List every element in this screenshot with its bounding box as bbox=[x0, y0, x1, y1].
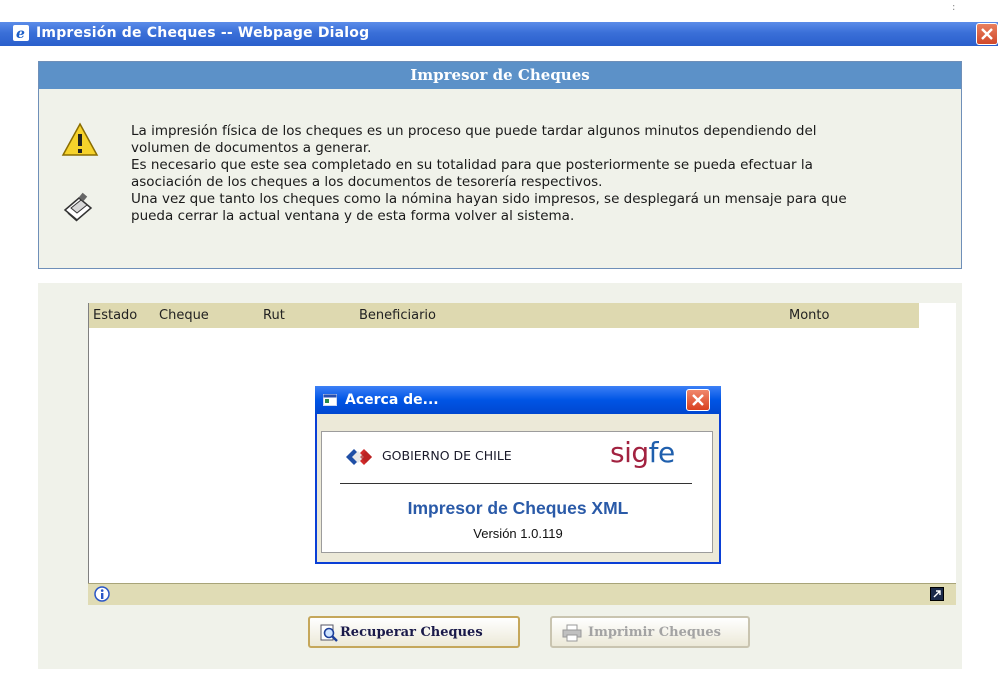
grid-status-bar bbox=[88, 583, 956, 605]
gobierno-text: GOBIERNO DE CHILE bbox=[382, 448, 512, 463]
magnifier-icon bbox=[320, 624, 338, 642]
ie-icon: e bbox=[13, 25, 29, 41]
sigfe-logo-part1: sig bbox=[610, 436, 649, 469]
info-panel-title: Impresor de Cheques bbox=[39, 62, 961, 89]
window-icon bbox=[323, 394, 337, 406]
column-header-monto[interactable]: Monto bbox=[789, 308, 829, 323]
grid-header: Estado Cheque Rut Beneficiario Monto bbox=[89, 303, 919, 328]
close-icon bbox=[981, 28, 993, 40]
paragraph-line: Es necesario que este sea completado en … bbox=[131, 157, 813, 173]
paragraph-line: pueda cerrar la actual ventana y de esta… bbox=[131, 208, 575, 224]
cheque-printer-icon bbox=[63, 192, 93, 222]
expand-icon[interactable] bbox=[930, 587, 944, 601]
svg-text:e: e bbox=[16, 26, 25, 41]
about-dialog: Acerca de... GOBIERNO DE CHILE sigfe Imp… bbox=[315, 386, 721, 564]
sigfe-logo: sigfe bbox=[610, 436, 675, 469]
about-title: Acerca de... bbox=[345, 392, 439, 408]
gobierno-logo bbox=[346, 449, 372, 465]
column-header-beneficiario[interactable]: Beneficiario bbox=[359, 308, 436, 323]
window-title: Impresión de Cheques -- Webpage Dialog bbox=[36, 25, 370, 41]
info-panel: Impresor de Cheques La impresión física … bbox=[38, 61, 962, 269]
imprimir-cheques-button[interactable]: Imprimir Cheques bbox=[550, 616, 750, 648]
close-icon bbox=[692, 394, 704, 406]
sigfe-logo-part2: fe bbox=[648, 436, 676, 469]
divider bbox=[340, 483, 692, 484]
column-header-estado[interactable]: Estado bbox=[93, 308, 137, 323]
recuperar-cheques-button[interactable]: Recuperar Cheques bbox=[308, 616, 520, 648]
about-close-button[interactable] bbox=[686, 389, 710, 411]
paragraph-line: volumen de documentos a generar. bbox=[131, 140, 372, 156]
product-version: Versión 1.0.119 bbox=[473, 526, 563, 541]
paragraph-line: La impresión física de los cheques es un… bbox=[131, 123, 817, 139]
strip-ellipsis: : bbox=[952, 2, 956, 13]
window-close-button[interactable] bbox=[976, 23, 998, 45]
column-header-rut[interactable]: Rut bbox=[263, 308, 285, 323]
paragraph-line: Una vez que tanto los cheques como la nó… bbox=[131, 191, 847, 207]
warning-icon bbox=[61, 122, 99, 156]
info-paragraph: La impresión física de los cheques es un… bbox=[131, 123, 951, 225]
recuperar-cheques-label: Recuperar Cheques bbox=[340, 625, 483, 640]
window-titlebar: e Impresión de Cheques -- Webpage Dialog bbox=[0, 22, 998, 46]
imprimir-cheques-label: Imprimir Cheques bbox=[588, 625, 721, 640]
about-body: GOBIERNO DE CHILE sigfe Impresor de Cheq… bbox=[321, 431, 713, 553]
paragraph-line: asociación de los cheques a los document… bbox=[131, 174, 603, 190]
printer-icon bbox=[562, 624, 582, 642]
info-icon[interactable] bbox=[94, 586, 110, 602]
about-titlebar: Acerca de... bbox=[315, 386, 721, 414]
column-header-cheque[interactable]: Cheque bbox=[159, 308, 209, 323]
top-strip: : bbox=[0, 0, 998, 22]
product-name: Impresor de Cheques XML bbox=[407, 498, 629, 518]
